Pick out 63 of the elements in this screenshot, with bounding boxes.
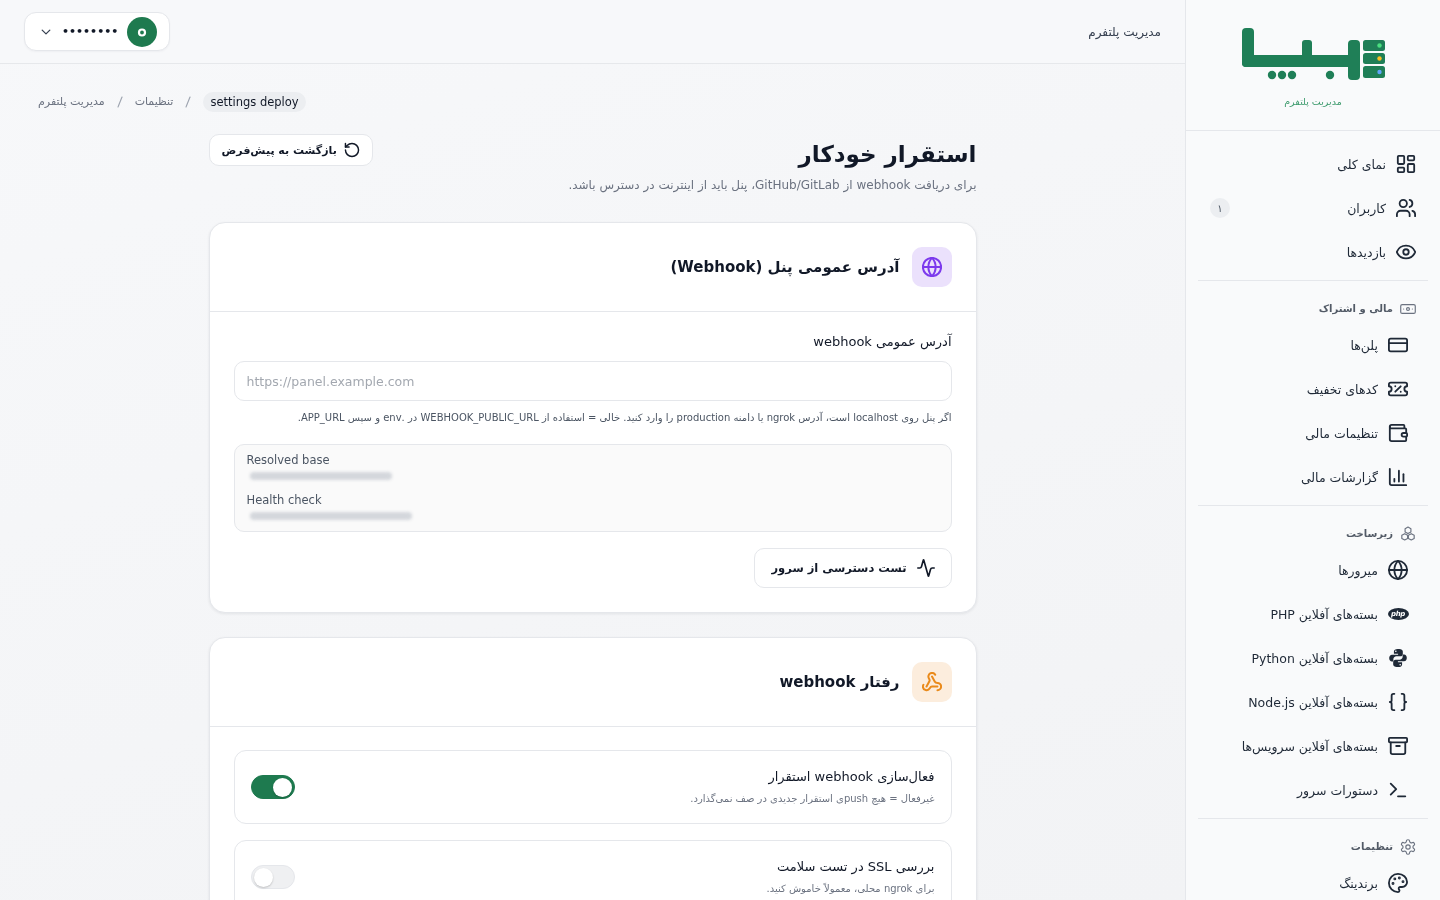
webhook-icon <box>911 662 952 702</box>
eye-icon <box>1396 242 1416 262</box>
breadcrumb-separator-icon <box>116 96 123 108</box>
cubes-icon <box>1400 526 1416 542</box>
card-title: آدرس عمومی پنل (Webhook) <box>670 258 900 276</box>
rotate-ccw-icon <box>343 142 360 158</box>
avatar-icon <box>127 16 158 47</box>
reset-default-button[interactable]: بازگشت به پیش‌فرض <box>208 134 373 166</box>
info-label: Health check <box>246 492 322 508</box>
logo-icon <box>1241 28 1385 80</box>
users-icon <box>1396 198 1416 218</box>
test-access-button[interactable]: تست دسترسی از سرور <box>754 548 952 588</box>
braces-icon <box>1388 692 1408 712</box>
help-text: اگر پنل روی localhost است، آدرس ngrok یا دامنه production را وارد کنید. خالی = استفاده از WEBHOOK_PUBLIC_URL در .env و سپس APP_URL. <box>296 410 952 426</box>
count-badge: ۱ <box>1210 198 1230 218</box>
setting-label: بررسی SSL در تست سلامت <box>777 858 935 877</box>
sidebar-item[interactable]: دستورات سرور <box>1198 768 1428 812</box>
header-title: مدیریت پلتفرم <box>1088 24 1161 39</box>
setting-description: غیرفعال = هیچ pushی استقرار جدیدی در صف نمی‌گذارد. <box>690 792 935 807</box>
url-input-field[interactable]: https://panel.example.com <box>233 361 952 401</box>
section-title: مالی و اشتراک <box>1318 302 1393 317</box>
page-title: استقرار خودکار <box>796 140 977 170</box>
globe-icon <box>911 247 952 287</box>
sidebar-item[interactable]: پلن‌ها <box>1198 323 1428 367</box>
sidebar-item[interactable]: بسته‌های آفلاین Python <box>1198 636 1428 680</box>
breadcrumb-separator-icon <box>185 96 192 108</box>
sidebar-item[interactable]: کاربران ۱ <box>1198 186 1428 230</box>
field-label: آدرس عمومی webhook <box>813 332 952 352</box>
sidebar-item[interactable]: کدهای تخفیف <box>1198 367 1428 411</box>
sidebar-item[interactable]: بسته‌های آفلاین Node.js <box>1198 680 1428 724</box>
toggle-switch[interactable] <box>250 775 295 799</box>
sidebar-item[interactable]: بسته‌های آفلاین سرویس‌ها <box>1198 724 1428 768</box>
sidebar-item[interactable]: گزارشات مالی <box>1198 455 1428 499</box>
setting-description: برای ngrok محلی، معمولاً خاموش کنید. <box>766 882 935 896</box>
breadcrumb-current: settings deploy <box>203 92 306 112</box>
activity-icon <box>916 559 935 577</box>
user-menu-button[interactable]: •••••••• <box>24 12 171 51</box>
credit-card-icon <box>1388 335 1408 355</box>
sidebar-item[interactable]: نمای کلی <box>1198 142 1428 186</box>
info-label: Resolved base <box>246 452 330 468</box>
card-title: رفتار webhook <box>779 673 900 691</box>
section-title: تنظیمات <box>1350 840 1393 854</box>
logo-subtitle: مدیریت پلتفرم <box>1284 95 1342 108</box>
bar-chart-icon <box>1388 467 1408 487</box>
python-logo-icon <box>1388 648 1408 668</box>
settings-icon <box>1400 839 1416 855</box>
sidebar-item[interactable]: برندینگ <box>1198 861 1428 900</box>
setting-label: فعال‌سازی webhook استقرار <box>768 768 935 787</box>
sidebar-item[interactable]: بازدیدها <box>1198 230 1428 274</box>
sidebar-item[interactable]: تنظیمات مالی <box>1198 411 1428 455</box>
breadcrumb-link[interactable]: مدیریت پلتفرم <box>38 92 105 112</box>
wallet-icon <box>1388 423 1408 443</box>
layout-grid-icon <box>1396 154 1416 174</box>
terminal-icon <box>1388 780 1408 800</box>
globe-icon <box>1388 560 1408 580</box>
section-title: زیرساخت <box>1345 527 1393 542</box>
palette-icon <box>1388 873 1408 893</box>
breadcrumb-link[interactable]: تنظیمات <box>134 92 174 112</box>
sidebar-item[interactable]: میرورها <box>1198 548 1428 592</box>
page-subtitle: برای دریافت webhook از GitHub/GitLab، پنل باید از اینترنت در دسترس باشد. <box>568 177 977 194</box>
ticket-percent-icon <box>1388 379 1408 399</box>
archive-box-icon <box>1388 736 1408 756</box>
banknote-icon <box>1400 301 1416 317</box>
